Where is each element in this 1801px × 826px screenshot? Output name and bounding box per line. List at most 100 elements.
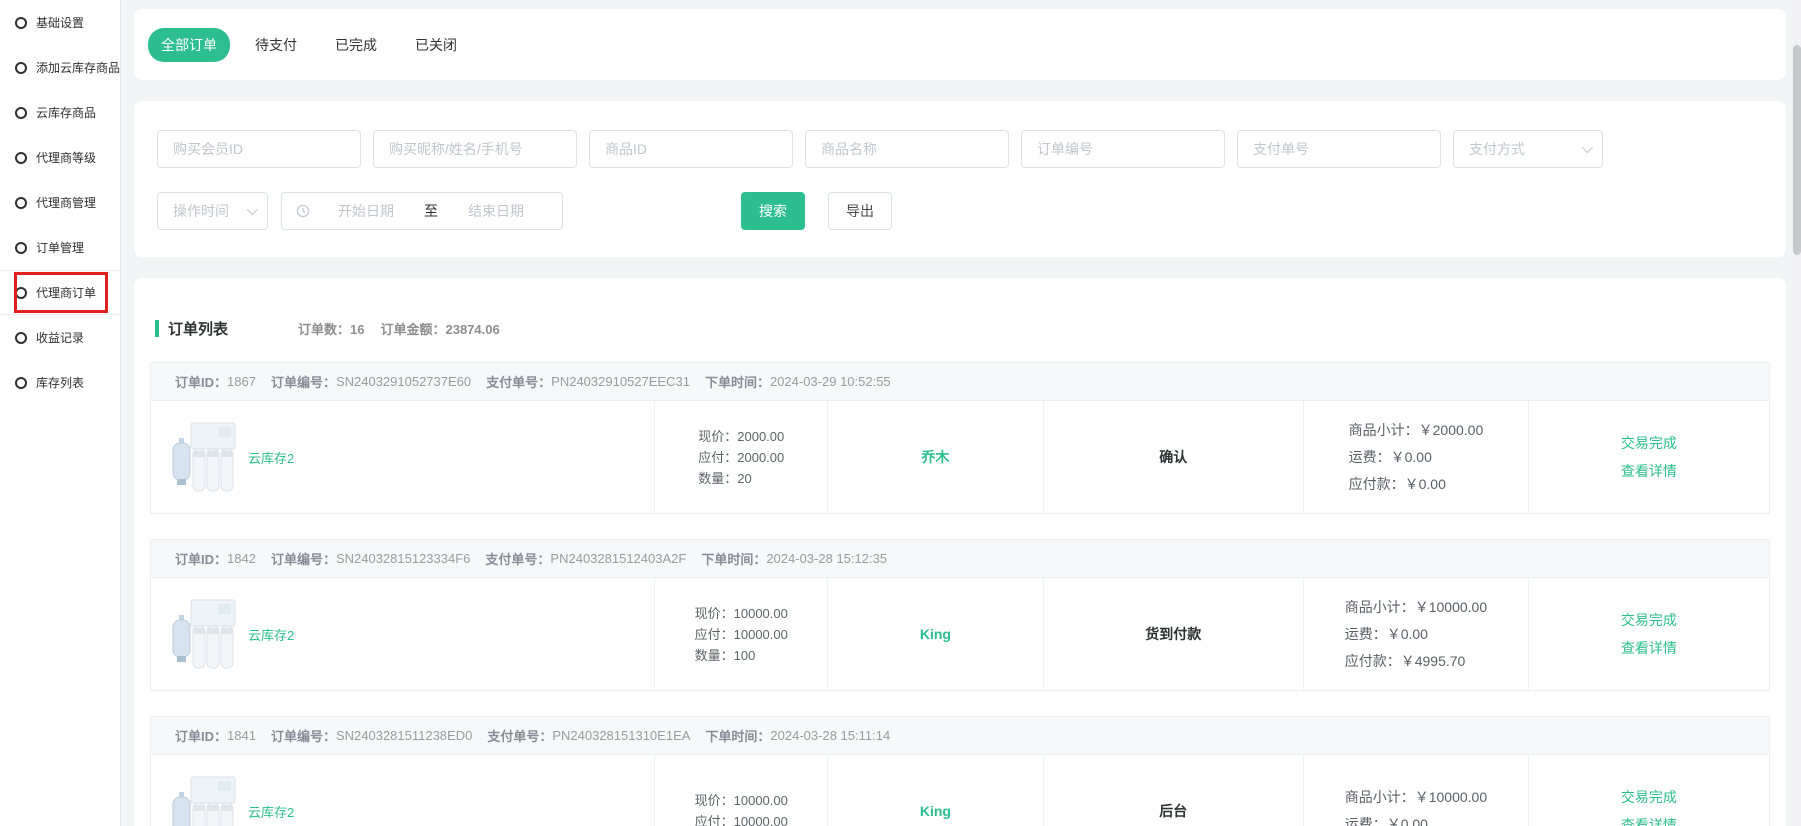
subtotal: 商品小计：￥10000.00 <box>1345 594 1487 621</box>
order-header: 订单ID：1842 订单编号：SN24032815123334F6 支付单号：P… <box>151 540 1769 578</box>
product-cell: 云库存2 <box>151 401 654 513</box>
order-sn-label: 订单编号： <box>271 372 336 391</box>
sidebar-item-agent-management[interactable]: 代理商管理 <box>0 180 120 225</box>
view-detail-link[interactable]: 查看详情 <box>1621 457 1677 485</box>
order-time-value: 2024-03-28 15:12:35 <box>766 551 887 566</box>
sidebar-item-inventory-list[interactable]: 库存列表 <box>0 360 120 405</box>
end-date-field[interactable]: 结束日期 <box>444 201 548 221</box>
product-cell: 云库存2 <box>151 755 654 826</box>
order-id-value: 1842 <box>227 551 256 566</box>
quantity: 数量：20 <box>698 468 784 489</box>
export-button[interactable]: 导出 <box>828 192 892 230</box>
product-id-input[interactable] <box>589 130 793 168</box>
operate-time-select[interactable]: 操作时间 <box>157 192 268 230</box>
buyer-name-input[interactable] <box>373 130 577 168</box>
product-name-input[interactable] <box>805 130 1009 168</box>
scrollbar-thumb[interactable] <box>1793 45 1801 255</box>
sidebar-item-label: 收益记录 <box>36 329 84 346</box>
start-date-field[interactable]: 开始日期 <box>314 201 418 221</box>
order-card: 订单ID：1842 订单编号：SN24032815123334F6 支付单号：P… <box>150 539 1770 691</box>
product-name-link[interactable]: 云库存2 <box>248 625 294 644</box>
totals-cell: 商品小计：￥10000.00 运费：￥0.00 <box>1303 755 1528 826</box>
payment-method-select[interactable]: 支付方式 <box>1453 130 1603 168</box>
sidebar: 基础设置 添加云库存商品 云库存商品 代理商等级 代理商管理 订单管理 代理商订… <box>0 0 121 826</box>
amount-due: 应付款：￥0.00 <box>1349 471 1484 498</box>
circle-icon <box>15 17 27 29</box>
buyer-name: King <box>920 803 951 819</box>
order-id-value: 1841 <box>227 728 256 743</box>
date-range-picker[interactable]: 开始日期 至 结束日期 <box>281 192 563 230</box>
order-id-label: 订单ID： <box>175 726 227 745</box>
order-sn-value: SN2403291052737E60 <box>336 374 471 389</box>
amount-due: 应付款：￥4995.70 <box>1345 648 1487 675</box>
product-image <box>171 775 237 826</box>
order-id-value: 1867 <box>227 374 256 389</box>
sidebar-item-agent-levels[interactable]: 代理商等级 <box>0 135 120 180</box>
actions-cell: 交易完成 查看详情 <box>1528 578 1769 690</box>
circle-icon <box>15 62 27 74</box>
actions-cell: 交易完成 查看详情 <box>1528 401 1769 513</box>
sidebar-item-add-cloud-inventory-product[interactable]: 添加云库存商品 <box>0 45 120 90</box>
order-id-label: 订单ID： <box>175 372 227 391</box>
order-status-tabs: 全部订单 待支付 已完成 已关闭 <box>134 9 1786 80</box>
sidebar-item-basic-settings[interactable]: 基础设置 <box>0 0 120 45</box>
order-sn-label: 订单编号： <box>271 726 336 745</box>
payment-no-value: PN240328151310E1EA <box>552 728 690 743</box>
tab-all-orders[interactable]: 全部订单 <box>148 28 230 62</box>
sidebar-item-label: 代理商管理 <box>36 194 96 211</box>
payable-price: 应付：10000.00 <box>695 811 788 826</box>
totals-cell: 商品小计：￥2000.00 运费：￥0.00 应付款：￥0.00 <box>1303 401 1528 513</box>
date-separator: 至 <box>418 201 444 221</box>
order-sn-value: SN24032815123334F6 <box>336 551 470 566</box>
circle-icon <box>15 107 27 119</box>
order-body: 云库存2 现价：10000.00 应付：10000.00 数量：100 King… <box>151 578 1769 690</box>
sidebar-item-income-records[interactable]: 收益记录 <box>0 315 120 360</box>
pay-method: 后台 <box>1159 801 1187 821</box>
filter-row-1: 支付方式 <box>157 130 1786 168</box>
payment-no-input[interactable] <box>1237 130 1441 168</box>
order-status-text: 交易完成 <box>1621 429 1677 457</box>
filter-row-2: 操作时间 开始日期 至 结束日期 搜索 导出 <box>157 192 1786 230</box>
sidebar-item-order-management[interactable]: 订单管理 <box>0 225 120 270</box>
payment-no-label: 支付单号： <box>486 372 551 391</box>
order-time-value: 2024-03-29 10:52:55 <box>770 374 891 389</box>
product-cell: 云库存2 <box>151 578 654 690</box>
payment-no-label: 支付单号： <box>487 726 552 745</box>
search-filter-panel: 支付方式 操作时间 开始日期 至 结束日期 搜索 导出 <box>134 101 1786 257</box>
order-status-text: 交易完成 <box>1621 606 1677 634</box>
tab-pending-payment[interactable]: 待支付 <box>242 28 310 62</box>
shipping-fee: 运费：￥0.00 <box>1345 621 1487 648</box>
tab-closed[interactable]: 已关闭 <box>402 28 470 62</box>
search-button[interactable]: 搜索 <box>741 192 805 230</box>
chevron-down-icon <box>1582 142 1593 153</box>
payment-no-label: 支付单号： <box>485 549 550 568</box>
pay-method-cell: 货到付款 <box>1043 578 1303 690</box>
subtotal: 商品小计：￥2000.00 <box>1349 417 1484 444</box>
order-amount-total: 订单金额：23874.06 <box>380 319 499 338</box>
clock-icon <box>296 204 310 218</box>
view-detail-link[interactable]: 查看详情 <box>1621 634 1677 662</box>
buyer-member-id-input[interactable] <box>157 130 361 168</box>
page-scrollbar <box>1793 0 1801 826</box>
pay-method: 货到付款 <box>1145 624 1201 644</box>
circle-icon <box>15 242 27 254</box>
product-name-link[interactable]: 云库存2 <box>248 448 294 467</box>
sidebar-item-label: 代理商等级 <box>36 149 96 166</box>
order-card: 订单ID：1867 订单编号：SN2403291052737E60 支付单号：P… <box>150 362 1770 514</box>
tab-completed[interactable]: 已完成 <box>322 28 390 62</box>
sidebar-item-label: 云库存商品 <box>36 104 96 121</box>
circle-icon <box>15 287 27 299</box>
quantity: 数量：100 <box>695 645 788 666</box>
sidebar-item-agent-orders[interactable]: 代理商订单 <box>0 270 120 315</box>
view-detail-link[interactable]: 查看详情 <box>1621 811 1677 826</box>
payment-no-value: PN24032910527EEC31 <box>551 374 690 389</box>
buyer-cell: King <box>827 755 1042 826</box>
order-list-title: 订单列表 <box>168 318 228 339</box>
product-name-link[interactable]: 云库存2 <box>248 802 294 821</box>
sidebar-item-cloud-inventory-products[interactable]: 云库存商品 <box>0 90 120 135</box>
order-list-panel: 订单列表 订单数：16 订单金额：23874.06 订单ID：1867 订单编号… <box>134 278 1786 826</box>
order-no-input[interactable] <box>1021 130 1225 168</box>
order-header: 订单ID：1867 订单编号：SN2403291052737E60 支付单号：P… <box>151 363 1769 401</box>
buyer-cell: 乔木 <box>827 401 1042 513</box>
order-time-value: 2024-03-28 15:11:14 <box>770 728 890 743</box>
